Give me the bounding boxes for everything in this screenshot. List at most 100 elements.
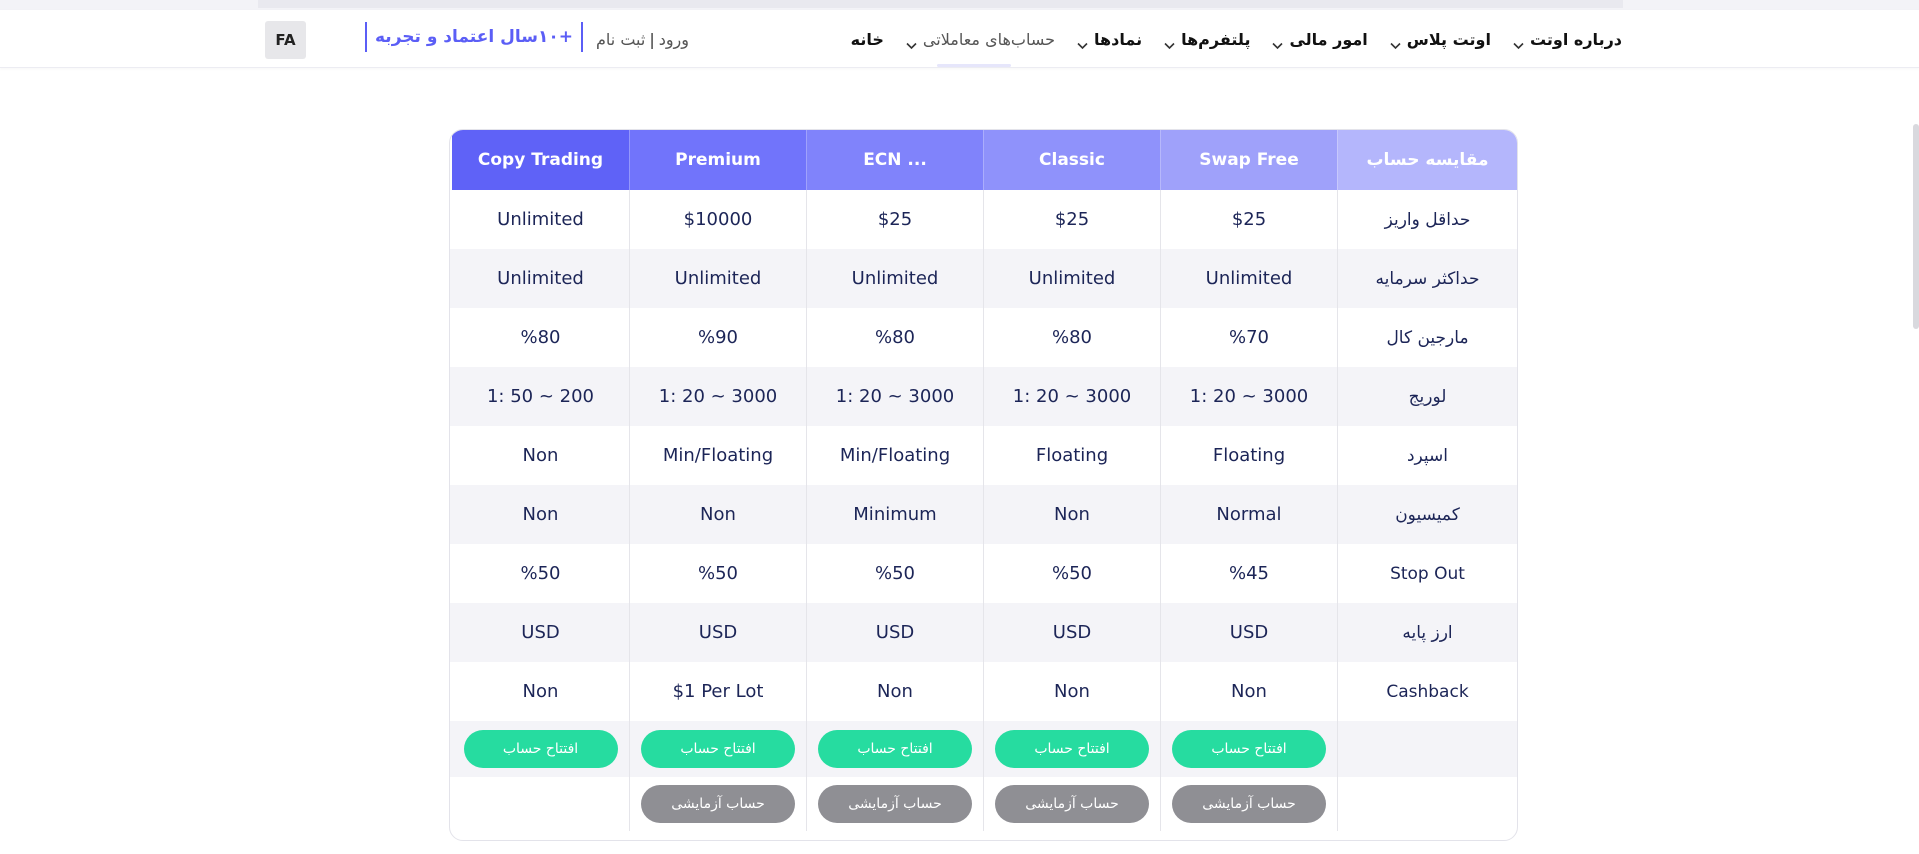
table-cell: %50 xyxy=(806,544,983,603)
table-cell: USD xyxy=(806,603,983,662)
account-header-0: Swap Free xyxy=(1160,130,1337,190)
auth-links: ورود|ثبت نام xyxy=(596,30,689,49)
table-cell: %80 xyxy=(520,327,561,348)
row-label: حداکثر سرمایه xyxy=(1337,249,1517,308)
empty-cell xyxy=(1337,721,1517,777)
login-link[interactable]: ورود xyxy=(659,30,689,49)
table-cell: Unlimited xyxy=(806,249,983,308)
open-account-button[interactable]: افتتاح حساب xyxy=(1172,730,1326,768)
table-cell: 1: 20 ~ 3000 xyxy=(983,367,1160,426)
row-label: Cashback xyxy=(1337,662,1517,721)
row-label: حداقل واریز xyxy=(1337,190,1517,249)
table-cell: Unlimited xyxy=(629,249,806,308)
table-cell: 1: 20 ~ 3000 xyxy=(629,367,806,426)
open-account-cell: افتتاح حساب xyxy=(452,721,629,777)
menu-item-0[interactable]: خانه xyxy=(851,30,884,49)
table-cell: $25 xyxy=(1160,190,1337,249)
table-cell: Unlimited xyxy=(497,209,584,230)
table-cell: Unlimited xyxy=(1160,249,1337,308)
table-cell: Minimum xyxy=(806,485,983,544)
table-row: لوریج 1: 20 ~ 3000 1: 20 ~ 3000 1: 20 ~ 300… xyxy=(450,367,1517,426)
table-cell: %80 xyxy=(983,308,1160,367)
demo-account-button[interactable]: حساب آزمایشی xyxy=(641,785,795,823)
menu-item-5[interactable]: اوتت پلاس xyxy=(1390,30,1491,50)
menu-item-label: پلتفرم‌ها xyxy=(1181,29,1251,49)
table-cell: Non xyxy=(1160,662,1337,721)
table-cell: %50 xyxy=(983,544,1160,603)
table-row: اسپرد Floating Floating Min/Floating Min/Flo… xyxy=(450,426,1517,485)
table-cell: Non xyxy=(983,662,1160,721)
table-cell: USD xyxy=(521,622,560,643)
chevron-down-icon xyxy=(906,35,917,50)
open-account-button[interactable]: افتتاح حساب xyxy=(995,730,1149,768)
chevron-down-icon xyxy=(1164,35,1175,50)
chevron-down-icon xyxy=(1272,35,1284,50)
table-cell: %80 xyxy=(806,308,983,367)
chevron-down-icon xyxy=(1513,35,1524,50)
table-cell: Unlimited xyxy=(983,249,1160,308)
table-cell: $25 xyxy=(806,190,983,249)
table-cell: Non xyxy=(522,504,559,525)
table-cell: Unlimited xyxy=(497,268,584,289)
menu-item-label: امور مالی xyxy=(1289,29,1368,49)
table-cell: USD xyxy=(983,603,1160,662)
table-row: Stop Out %45 %50 %50 %50 %50 xyxy=(450,544,1517,603)
chevron-down-icon xyxy=(1077,35,1088,50)
table-cell: $1 Per Lot xyxy=(629,662,806,721)
table-cell: %50 xyxy=(629,544,806,603)
table-cell: USD xyxy=(1160,603,1337,662)
table-cell: Normal xyxy=(1160,485,1337,544)
table-cell: Min/Floating xyxy=(806,426,983,485)
table-cell: Min/Floating xyxy=(629,426,806,485)
open-account-cell: افتتاح حساب xyxy=(629,721,806,777)
demo-account-button[interactable]: حساب آزمایشی xyxy=(1172,785,1326,823)
table-cell: $25 xyxy=(983,190,1160,249)
open-account-button[interactable]: افتتاح حساب xyxy=(641,730,795,768)
menu-item-4[interactable]: امور مالی xyxy=(1272,29,1368,50)
table-cell: 1: 20 ~ 3000 xyxy=(806,367,983,426)
menu-item-3[interactable]: پلتفرم‌ها xyxy=(1164,29,1251,50)
language-button[interactable]: FA xyxy=(265,21,306,59)
demo-account-button[interactable]: حساب آزمایشی xyxy=(995,785,1149,823)
empty-cell xyxy=(1337,777,1517,831)
table-cell: Non xyxy=(629,485,806,544)
menu-item-label: حساب‌های معاملاتی xyxy=(922,29,1056,49)
open-account-cell: افتتاح حساب xyxy=(1160,721,1337,777)
table-cell: Non xyxy=(806,662,983,721)
open-account-button[interactable]: افتتاح حساب xyxy=(818,730,972,768)
experience-badge: +۱۰سال اعتماد و تجربه xyxy=(365,22,583,52)
account-comparison-table: مقایسه حساب Swap Free Classic ECN ... Premiu… xyxy=(449,129,1518,841)
table-cell: %50 xyxy=(520,563,561,584)
table-header-row: مقایسه حساب Swap Free Classic ECN ... Premiu… xyxy=(450,130,1517,190)
table-cell: 1: 50 ~ 200 xyxy=(486,386,595,407)
table-row: کمیسیون Normal Non Minimum Non Non xyxy=(450,485,1517,544)
row-label: مارجین کال xyxy=(1337,308,1517,367)
chevron-down-icon xyxy=(1390,35,1401,50)
menu-item-label: خانه xyxy=(850,29,884,49)
table-cell: Non xyxy=(522,681,559,702)
menu-item-6[interactable]: درباره اوتت xyxy=(1513,30,1622,50)
demo-account-button[interactable]: حساب آزمایشی xyxy=(818,785,972,823)
register-link[interactable]: ثبت نام xyxy=(596,30,645,49)
menu-item-1[interactable]: حساب‌های معاملاتی xyxy=(906,29,1056,50)
menu-item-2[interactable]: نمادها xyxy=(1077,30,1142,50)
open-account-button[interactable]: افتتاح حساب xyxy=(463,730,618,768)
table-cell: %70 xyxy=(1160,308,1337,367)
row-label: کمیسیون xyxy=(1337,485,1517,544)
row-label: ارز پایه xyxy=(1337,603,1517,662)
table-row: مارجین کال %70 %80 %80 %90 %80 xyxy=(450,308,1517,367)
row-label: لوریج xyxy=(1337,367,1517,426)
open-account-cell: افتتاح حساب xyxy=(983,721,1160,777)
account-header-3: Premium xyxy=(629,130,806,190)
top-strip-inner xyxy=(258,0,1623,8)
demo-account-cell: حساب آزمایشی xyxy=(1160,777,1337,831)
demo-account-cell xyxy=(452,777,629,831)
open-account-cell: افتتاح حساب xyxy=(806,721,983,777)
main-menu: خانه حساب‌های معاملاتی نمادها پلتفرم‌ها امور… xyxy=(829,22,1622,56)
table-cell: %45 xyxy=(1160,544,1337,603)
table-cell: USD xyxy=(629,603,806,662)
scrollbar-thumb[interactable] xyxy=(1913,124,1919,329)
demo-account-cell: حساب آزمایشی xyxy=(629,777,806,831)
table-cell: Non xyxy=(983,485,1160,544)
table-cell: $10000 xyxy=(629,190,806,249)
